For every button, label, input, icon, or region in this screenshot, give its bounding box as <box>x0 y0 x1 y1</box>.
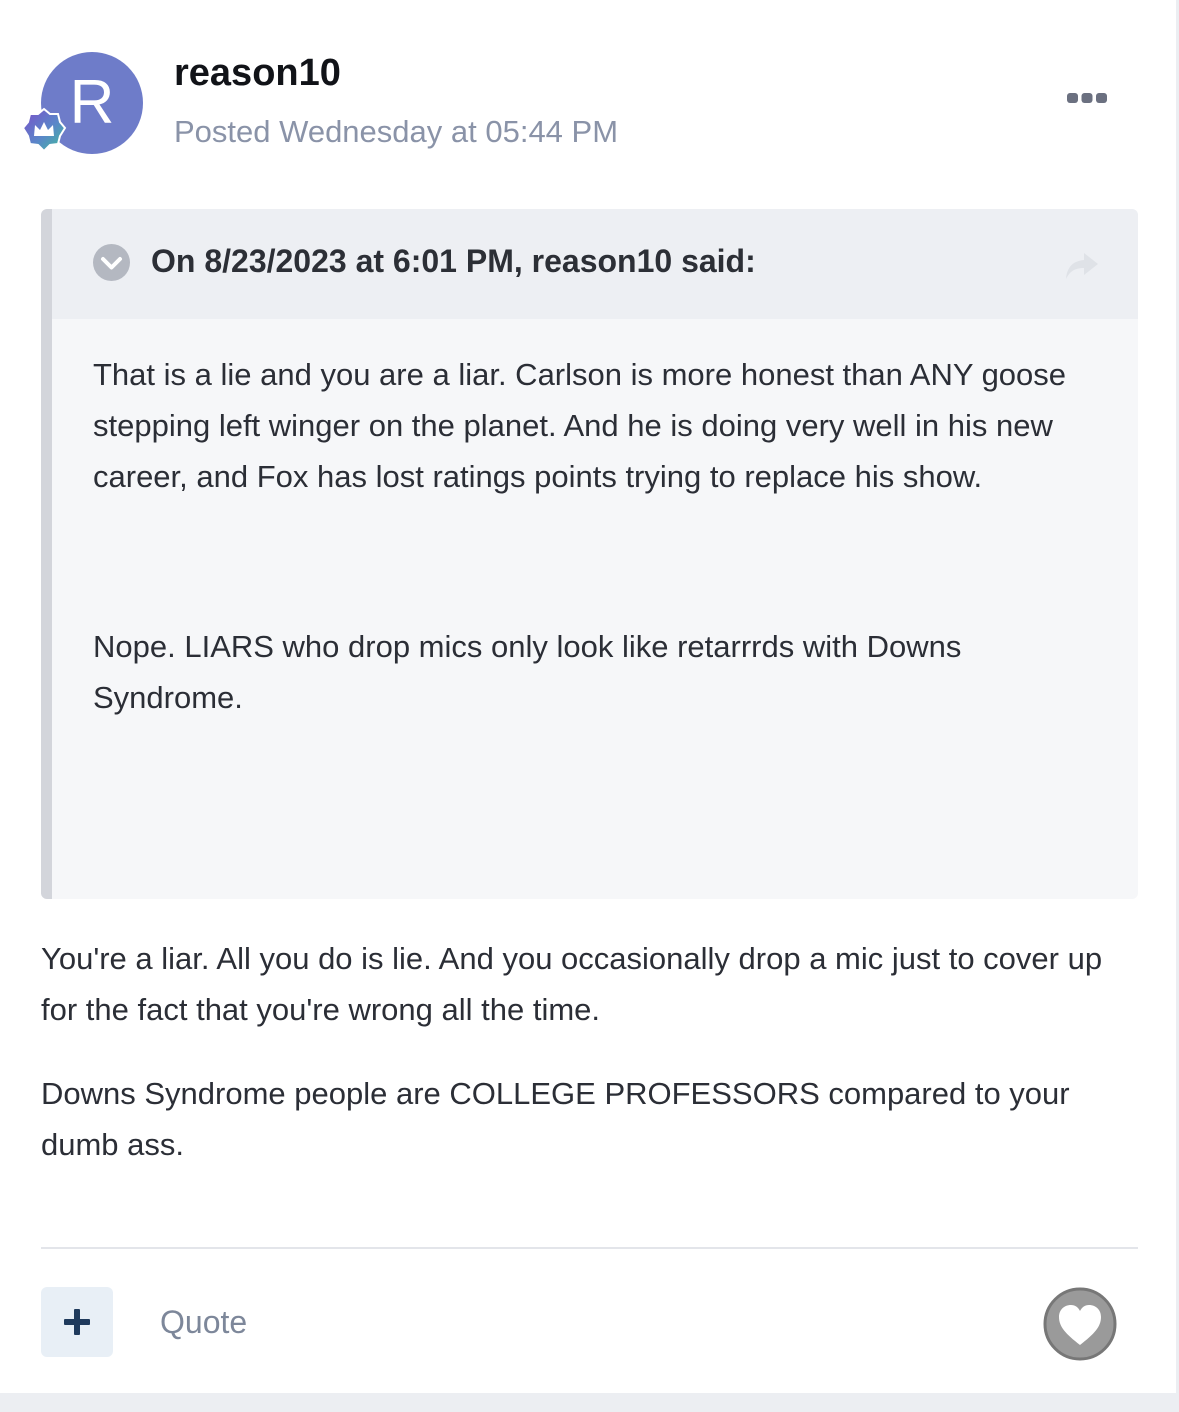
post-paragraph: Downs Syndrome people are COLLEGE PROFES… <box>41 1076 1070 1162</box>
post-body: You're a liar. All you do is lie. And yo… <box>41 933 1131 1203</box>
multiquote-add-button[interactable] <box>41 1287 113 1357</box>
author-name[interactable]: reason10 <box>174 52 341 95</box>
heart-icon[interactable] <box>1042 1286 1118 1362</box>
quote-body: That is a lie and you are a liar. Carlso… <box>93 349 1093 723</box>
post-card: R reason10 Posted Wednesday at 05:44 PM … <box>0 0 1176 1393</box>
footer-divider <box>41 1247 1138 1249</box>
share-arrow-icon[interactable] <box>1064 251 1100 281</box>
post-paragraph: You're a liar. All you do is lie. And yo… <box>41 941 1103 1027</box>
chevron-down-icon[interactable] <box>93 244 130 281</box>
quote-citation: On 8/23/2023 at 6:01 PM, reason10 said: <box>151 243 756 279</box>
post-timestamp: Posted Wednesday at 05:44 PM <box>174 114 619 149</box>
quoted-post: On 8/23/2023 at 6:01 PM, reason10 said: … <box>41 209 1138 899</box>
ellipsis-icon[interactable] <box>1065 90 1109 106</box>
plus-icon <box>64 1309 90 1335</box>
crown-badge-icon <box>21 107 67 153</box>
quote-paragraph: That is a lie and you are a liar. Carlso… <box>93 357 1067 494</box>
quote-button[interactable]: Quote <box>160 1304 247 1341</box>
quote-header[interactable]: On 8/23/2023 at 6:01 PM, reason10 said: <box>52 209 1138 319</box>
quote-paragraph: Nope. LIARS who drop mics only look like… <box>93 629 962 715</box>
